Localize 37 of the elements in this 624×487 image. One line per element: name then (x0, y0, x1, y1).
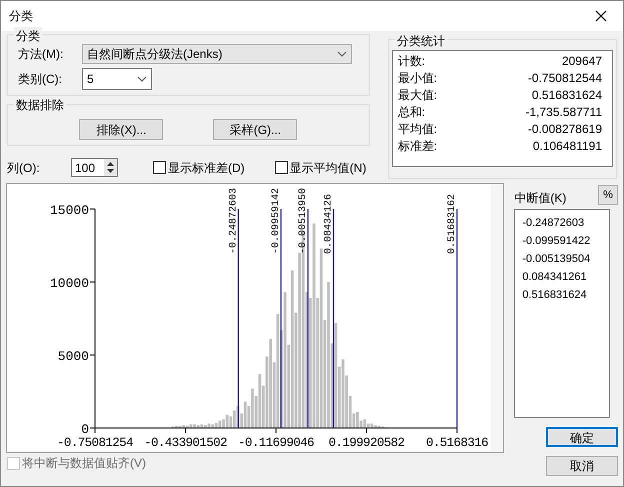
stat-label: 平均值: (398, 121, 438, 138)
checkbox-label: 显示平均值(N) (290, 160, 366, 176)
stat-label: 标准差: (398, 138, 438, 155)
group-title: 分类 (14, 27, 42, 45)
y-tick-label: 10000 (50, 276, 89, 291)
y-tick-label: 15000 (50, 203, 89, 218)
stat-label: 最小值: (398, 70, 438, 87)
stat-value: 0.516831624 (532, 87, 602, 104)
window-title: 分类 (9, 8, 33, 25)
stat-value: 0.106481191 (532, 138, 602, 155)
group-title: 数据排除 (14, 96, 66, 114)
stat-value: 209647 (562, 53, 602, 70)
group-title: 分类统计 (394, 32, 447, 50)
checkbox-label: 显示标准差(D) (168, 160, 245, 176)
stat-value: -1,735.587711 (525, 104, 602, 121)
x-tick-label: -0.433901502 (144, 436, 227, 450)
breaks-label: 中断值(K) (514, 190, 566, 207)
break-label: -0.09959142 (270, 188, 282, 254)
stat-label: 总和: (398, 104, 426, 121)
break-label: 0.08434126 (324, 194, 334, 254)
classes-label: 类别(C): (17, 71, 63, 88)
method-label: 方法(M): (17, 46, 64, 63)
stat-value: -0.750812544 (528, 70, 602, 87)
x-tick-label: -0.11699046 (238, 436, 314, 450)
stat-label: 计数: (398, 53, 426, 70)
break-label: -0.00513950 (298, 188, 309, 254)
y-tick-label: 5000 (58, 349, 89, 364)
x-tick-label: 0.199920582 (328, 436, 404, 450)
y-tick-label: 0 (81, 422, 89, 437)
stat-value: -0.008278619 (528, 121, 602, 138)
x-tick-label: 0.5168316 (426, 436, 488, 450)
break-label: -0.24872603 (228, 188, 240, 254)
columns-label: 列(O): (7, 160, 41, 176)
x-tick-label: -0.75081254 (57, 436, 133, 450)
snap-checkbox-label: 将中断与数据值贴齐(V) (22, 455, 146, 472)
stat-label: 最大值: (398, 87, 438, 104)
break-label: 0.51683162 (447, 194, 458, 254)
